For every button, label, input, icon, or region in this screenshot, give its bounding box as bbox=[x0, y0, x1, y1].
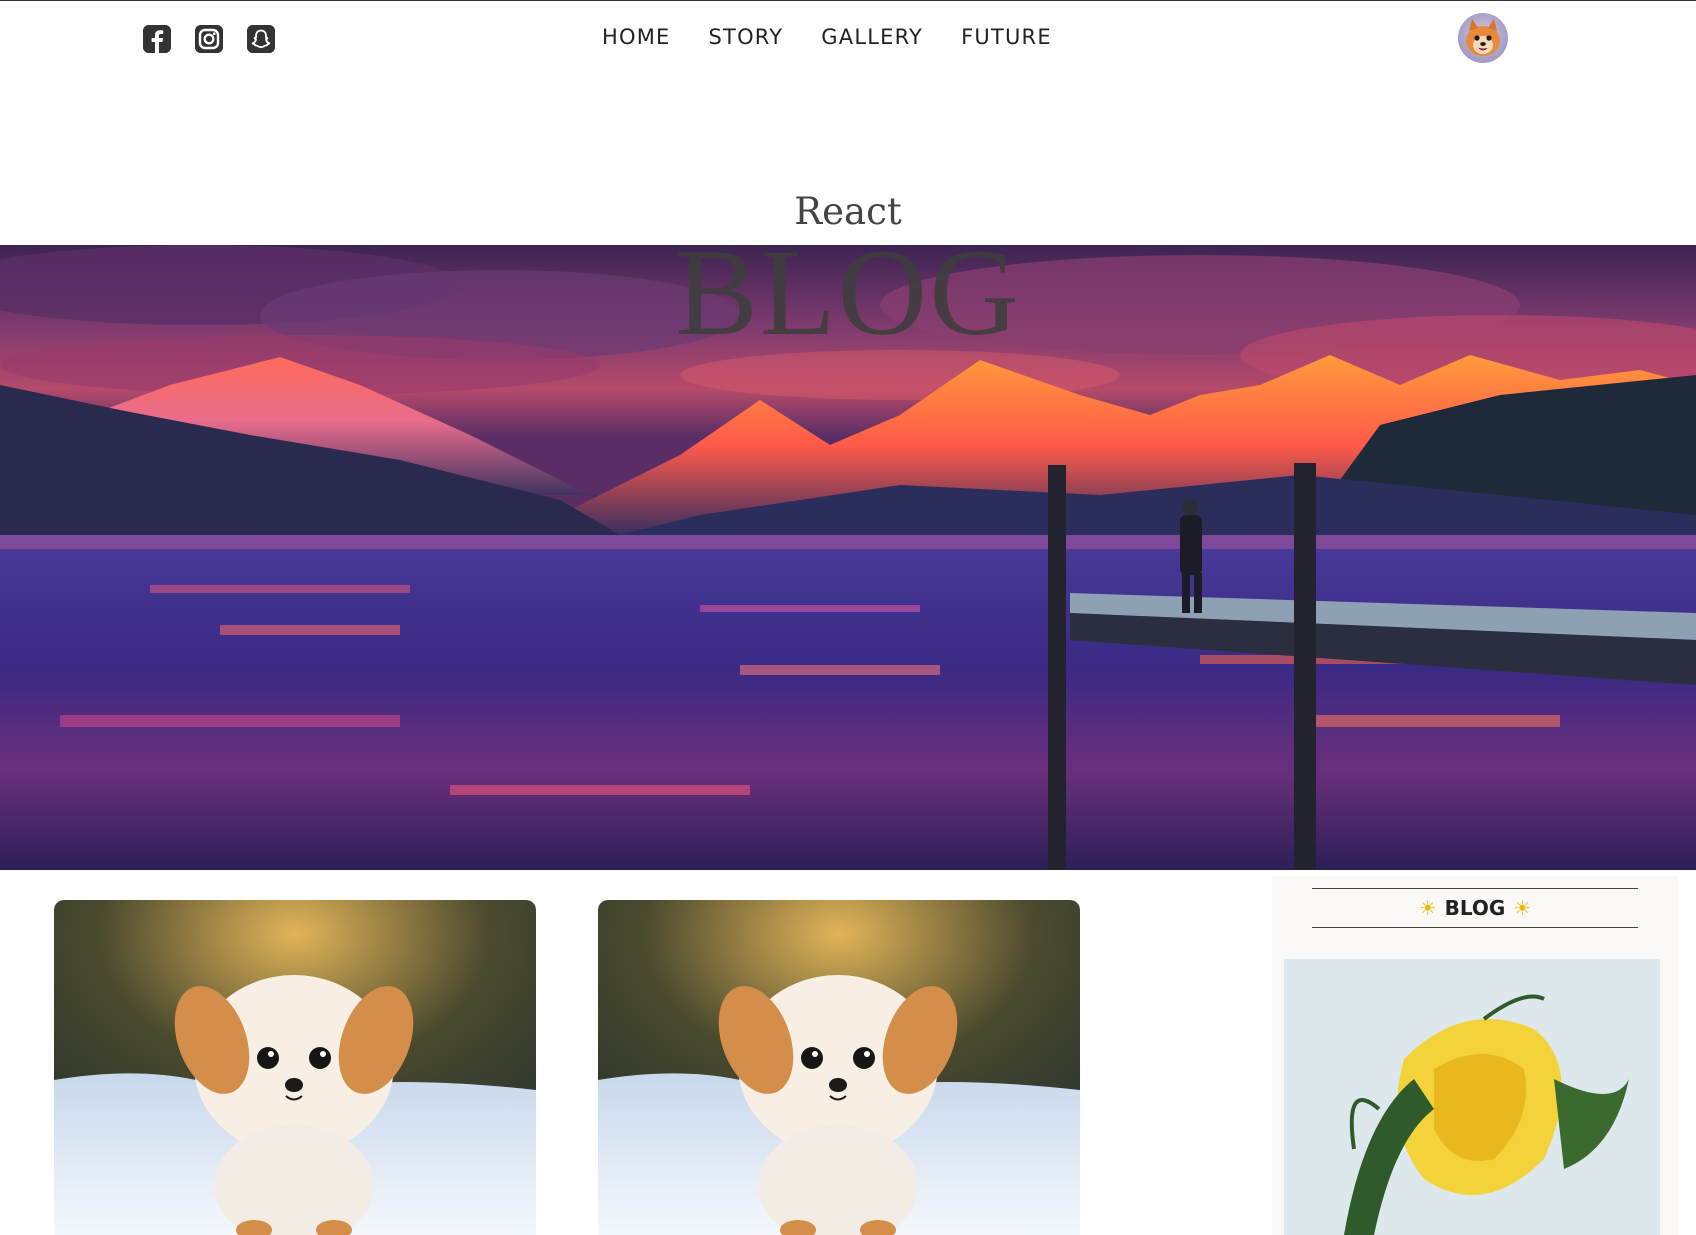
hero-banner: BLOG bbox=[0, 245, 1696, 870]
yellow-rose-image[interactable] bbox=[1284, 959, 1660, 1235]
post-card-1[interactable] bbox=[54, 900, 536, 1235]
main-nav: HOME STORY GALLERY FUTURE bbox=[602, 23, 1052, 51]
page-title: BLOG bbox=[675, 245, 1021, 361]
dog-avatar-image bbox=[1466, 19, 1500, 56]
nav-home[interactable]: HOME bbox=[602, 23, 671, 51]
instagram-icon[interactable] bbox=[195, 25, 223, 53]
puppy-image bbox=[598, 900, 1080, 1235]
nav-future[interactable]: FUTURE bbox=[961, 23, 1052, 51]
facebook-icon[interactable] bbox=[143, 25, 171, 53]
avatar[interactable] bbox=[1458, 13, 1508, 63]
sidebar-header: ☀ BLOG ☀ bbox=[1312, 888, 1638, 928]
puppy-image bbox=[54, 900, 536, 1235]
snapchat-icon[interactable] bbox=[247, 25, 275, 53]
social-links bbox=[143, 25, 275, 53]
page-subtitle: React bbox=[794, 190, 902, 233]
sun-icon: ☀ bbox=[1513, 897, 1532, 920]
sun-icon: ☀ bbox=[1418, 897, 1437, 920]
top-bar: HOME STORY GALLERY FUTURE bbox=[0, 0, 1696, 76]
nav-gallery[interactable]: GALLERY bbox=[821, 23, 923, 51]
sidebar: ☀ BLOG ☀ bbox=[1272, 876, 1678, 1235]
nav-story[interactable]: STORY bbox=[709, 23, 784, 51]
sidebar-title: BLOG bbox=[1444, 896, 1506, 920]
post-card-2[interactable] bbox=[598, 900, 1080, 1235]
